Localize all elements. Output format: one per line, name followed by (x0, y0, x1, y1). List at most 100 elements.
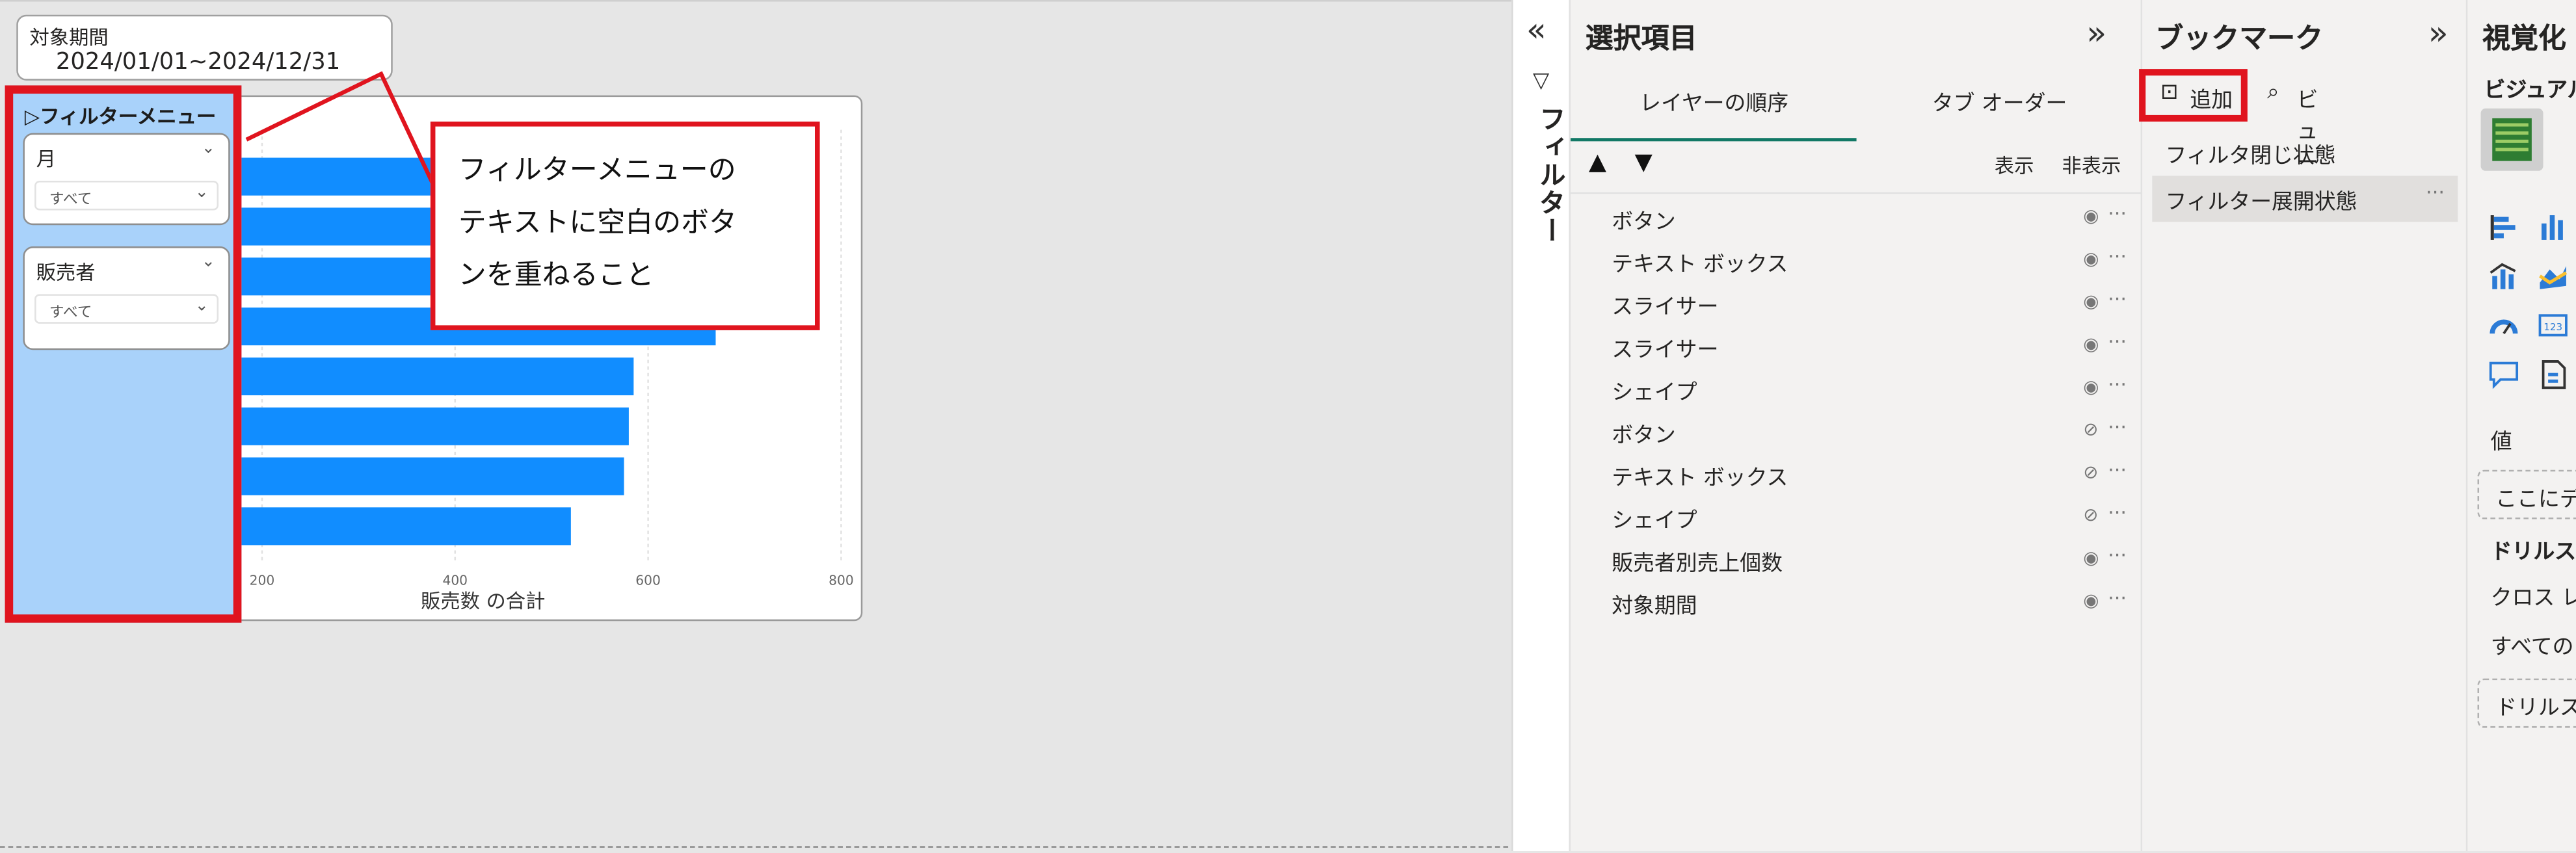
layer-item[interactable]: 対象期間 ◉ ··· (1571, 583, 2142, 626)
layer-item[interactable]: テキスト ボックス ◉ ··· (1571, 241, 2142, 284)
eye-hidden-icon[interactable]: ⊘ (2083, 419, 2098, 440)
drill-through-placeholder: ドリルス (2495, 696, 2576, 722)
period-card[interactable]: 対象期間 2024/01/01~2024/12/31 (16, 14, 393, 81)
layer-item[interactable]: スライサー ◉ ··· (1571, 327, 2142, 370)
period-card-value: 2024/01/01~2024/12/31 (55, 49, 341, 76)
hide-all-button[interactable]: 非表示 (2062, 151, 2121, 179)
x-axis-label: 販売数 の合計 (421, 590, 545, 613)
layer-item[interactable]: スライサー ◉ ··· (1571, 284, 2142, 327)
layer-item[interactable]: ボタン ◉ ··· (1571, 199, 2142, 242)
bar[interactable] (241, 357, 634, 395)
line-column-chart-icon[interactable] (2488, 259, 2521, 293)
double-chevron-right-icon[interactable]: » (2428, 16, 2449, 49)
filters-pane-label[interactable]: フィルター (1530, 105, 1569, 245)
layer-label: スライサー (1612, 338, 1719, 363)
filter-menu-panel[interactable]: ▷フィルターメニュー 月 ⌄ すべて ⌄ 販売者 ⌄ すべて ⌄ (5, 85, 242, 623)
layer-item[interactable]: シェイプ ⊘ ··· (1571, 498, 2142, 541)
eye-icon[interactable]: ◉ (2083, 248, 2099, 270)
keep-all-filters-label: すべての (2490, 635, 2574, 661)
eye-icon[interactable]: ◉ (2083, 334, 2099, 355)
selection-pane-title: 選択項目 (1585, 23, 1697, 56)
more-options-icon[interactable]: ··· (2108, 245, 2127, 268)
x-tick-label: 200 (250, 573, 275, 588)
filters-pane-collapsed[interactable]: « ▽ フィルター (1511, 0, 1571, 851)
speech-bubble-icon[interactable] (2488, 358, 2521, 391)
move-down-icon[interactable]: ▼ (1635, 150, 1653, 176)
selected-visual-type-icon[interactable] (2480, 108, 2543, 171)
gauge-chart-icon[interactable] (2488, 309, 2521, 342)
eye-hidden-icon[interactable]: ⊘ (2083, 505, 2098, 526)
month-slicer[interactable]: 月 ⌄ すべて ⌄ (23, 133, 230, 226)
layer-label: ボタン (1612, 210, 1676, 235)
month-slicer-dropdown[interactable]: すべて ⌄ (34, 180, 219, 211)
more-options-icon[interactable]: ··· (2108, 544, 2127, 566)
show-all-button[interactable]: 表示 (1995, 151, 2034, 179)
cross-report-label: クロス レ (2490, 586, 2576, 612)
card-visual-icon[interactable]: 123 (2536, 309, 2569, 342)
visualizations-pane: 視覚化 ビジュアル 123 値 ここにデ ドリルス クロス レ すべての ドリル… (2467, 0, 2576, 851)
seller-slicer[interactable]: 販売者 ⌄ すべて ⌄ (23, 246, 230, 350)
move-up-icon[interactable]: ▲ (1589, 150, 1606, 176)
more-options-icon[interactable]: ··· (2108, 586, 2127, 609)
eye-icon[interactable]: ◉ (2083, 547, 2099, 568)
x-tick-label: 400 (442, 573, 468, 588)
more-options-icon[interactable]: ··· (2108, 202, 2127, 225)
bookmark-label: フィルタ閉じ状態 (2165, 144, 2336, 170)
values-field-well[interactable]: ここにデ (2477, 469, 2576, 519)
bar[interactable] (241, 507, 571, 545)
add-bookmark-label: 追加 (2190, 88, 2233, 114)
more-options-icon[interactable]: ··· (2108, 330, 2127, 353)
x-tick-label: 600 (635, 573, 661, 588)
add-bookmark-button[interactable]: ⊡ 追加 (2139, 69, 2248, 122)
layer-label: スライサー (1612, 295, 1719, 321)
more-options-icon[interactable]: ··· (2108, 415, 2127, 438)
column-chart-icon[interactable] (2536, 210, 2569, 243)
ribbon-chart-icon[interactable] (2536, 259, 2569, 293)
tab-tab-order[interactable]: タブ オーダー (1932, 85, 2067, 117)
bookmark-pane-title: ブックマーク (2155, 23, 2324, 56)
layer-label: テキスト ボックス (1612, 466, 1788, 492)
chevron-down-icon[interactable]: ⌄ (202, 253, 215, 271)
more-options-icon[interactable]: ··· (2108, 458, 2127, 481)
bar[interactable] (241, 407, 629, 445)
callout-line: ンを重ねること (458, 259, 654, 293)
paginated-report-icon[interactable] (2536, 358, 2569, 391)
month-slicer-value: すべて (49, 192, 92, 209)
report-canvas: 対象期間 2024/01/01~2024/12/31 200 400 600 800 … (0, 0, 1512, 851)
month-slicer-title: 月 (36, 148, 56, 171)
chevron-down-icon: ⌄ (194, 184, 209, 202)
more-options-icon[interactable]: ··· (2108, 501, 2127, 524)
stacked-bar-chart-icon[interactable] (2488, 210, 2521, 243)
layer-label: 販売者別売上個数 (1612, 552, 1783, 577)
callout-line: フィルターメニューの (458, 154, 736, 188)
layer-label: シェイプ (1612, 381, 1697, 406)
eye-icon[interactable]: ◉ (2083, 291, 2099, 312)
bookmark-item-selected[interactable]: フィルター展開状態 ··· (2152, 176, 2458, 222)
double-chevron-right-icon[interactable]: » (2086, 16, 2106, 49)
layer-item[interactable]: シェイプ ◉ ··· (1571, 370, 2142, 413)
layer-item[interactable]: ボタン ⊘ ··· (1571, 412, 2142, 455)
tab-layer-order[interactable]: レイヤーの順序 (1640, 85, 1788, 117)
eye-icon[interactable]: ◉ (2083, 590, 2099, 611)
bar[interactable] (241, 457, 624, 495)
selection-tabs: レイヤーの順序 タブ オーダー (1571, 75, 2142, 142)
period-card-title: 対象期間 (29, 26, 109, 49)
more-options-icon[interactable]: ··· (2108, 287, 2127, 310)
build-visual-subtitle: ビジュアル (2484, 79, 2576, 104)
seller-slicer-dropdown[interactable]: すべて ⌄ (34, 294, 219, 324)
chevron-down-icon[interactable]: ⌄ (202, 140, 215, 158)
more-options-icon[interactable]: ··· (2108, 373, 2127, 396)
double-chevron-left-icon[interactable]: « (1526, 13, 1547, 46)
eye-icon[interactable]: ◉ (2083, 205, 2099, 227)
more-options-icon[interactable]: ··· (2426, 181, 2445, 203)
layer-item[interactable]: 販売者別売上個数 ◉ ··· (1571, 540, 2142, 583)
drill-through-field-well[interactable]: ドリルス (2477, 678, 2576, 728)
layer-item[interactable]: テキスト ボックス ⊘ ··· (1571, 455, 2142, 498)
bookmark-item[interactable]: フィルタ閉じ状態 (2152, 130, 2458, 173)
eye-hidden-icon[interactable]: ⊘ (2083, 462, 2098, 483)
eye-icon[interactable]: ◉ (2083, 376, 2099, 398)
drill-through-title: ドリルス (2490, 540, 2576, 566)
visualizations-pane-title: 視覚化 (2482, 23, 2566, 56)
annotation-callout: フィルターメニューの テキストに空白のボタ ンを重ねること (430, 121, 820, 330)
x-tick-label: 800 (829, 573, 854, 588)
